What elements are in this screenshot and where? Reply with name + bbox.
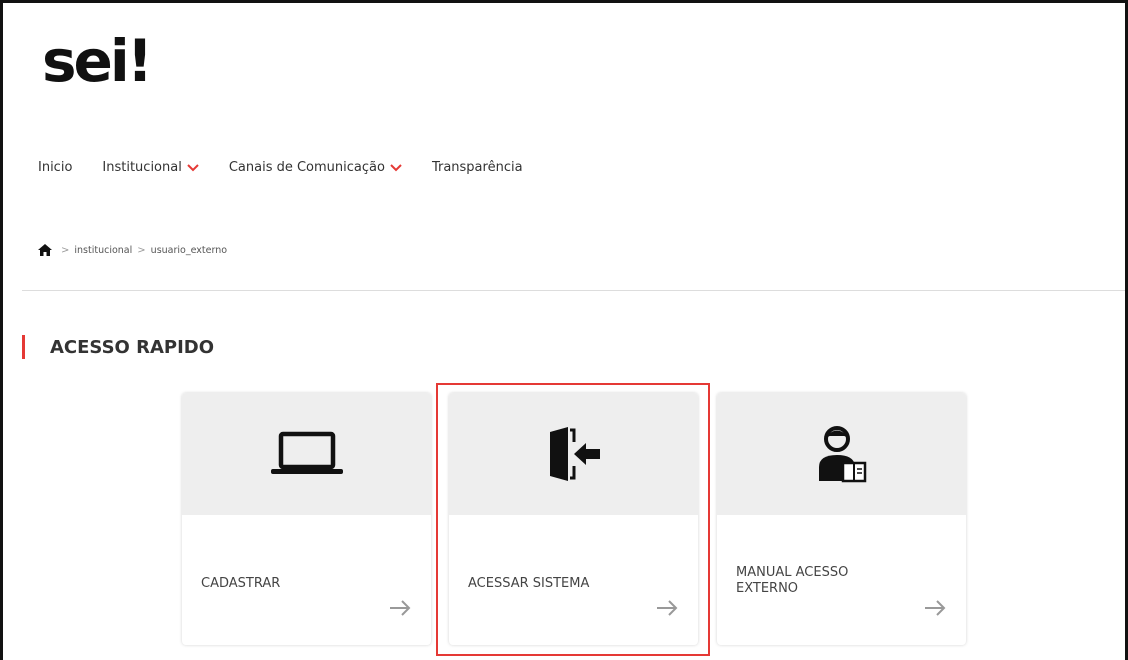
section-title: ACESSO RAPIDO — [50, 337, 215, 358]
home-icon[interactable] — [38, 244, 52, 256]
breadcrumb-item: usuario_externo — [150, 244, 228, 256]
breadcrumb-separator: > — [137, 244, 146, 256]
card-label: MANUAL ACESSO EXTERNO — [736, 565, 849, 596]
card-cadastrar[interactable]: CADASTRAR — [182, 393, 431, 645]
laptop-icon — [270, 431, 343, 474]
chevron-down-icon — [390, 163, 402, 171]
door-enter-icon — [549, 427, 600, 481]
nav-item-canais-comunicacao[interactable]: Canais de Comunicação — [229, 160, 402, 175]
section-accent-bar — [22, 335, 25, 359]
sei-logo[interactable]: sei! — [42, 32, 153, 90]
divider — [22, 290, 1125, 291]
arrow-right-icon — [390, 600, 411, 616]
card-label: ACESSAR SISTEMA — [468, 576, 590, 591]
nav-item-inicio[interactable]: Inicio — [38, 160, 72, 175]
breadcrumb-separator: > — [61, 244, 70, 256]
card-label: CADASTRAR — [201, 576, 281, 591]
breadcrumb: > institucional > usuario_externo — [38, 244, 227, 256]
card-icon-area — [717, 393, 966, 515]
nav-item-label: Institucional — [102, 160, 182, 175]
nav-item-label: Transparência — [431, 160, 523, 175]
nav-item-label: Inicio — [38, 160, 73, 175]
nav-item-label: Canais de Comunicação — [228, 160, 385, 175]
card-icon-area — [182, 393, 431, 515]
arrow-right-icon — [657, 600, 678, 616]
card-icon-area — [449, 393, 698, 515]
card-manual-acesso-externo[interactable]: MANUAL ACESSO EXTERNO — [717, 393, 966, 645]
chevron-down-icon — [187, 163, 199, 171]
nav-item-institucional[interactable]: Institucional — [102, 160, 199, 175]
arrow-right-icon — [925, 600, 946, 616]
user-manual-icon — [818, 426, 866, 483]
main-nav: Inicio Institucional Canais de Comunicaç… — [38, 160, 553, 175]
card-acessar-sistema[interactable]: ACESSAR SISTEMA — [449, 393, 698, 645]
breadcrumb-item[interactable]: institucional — [74, 245, 132, 256]
nav-item-transparencia[interactable]: Transparência — [432, 160, 523, 175]
